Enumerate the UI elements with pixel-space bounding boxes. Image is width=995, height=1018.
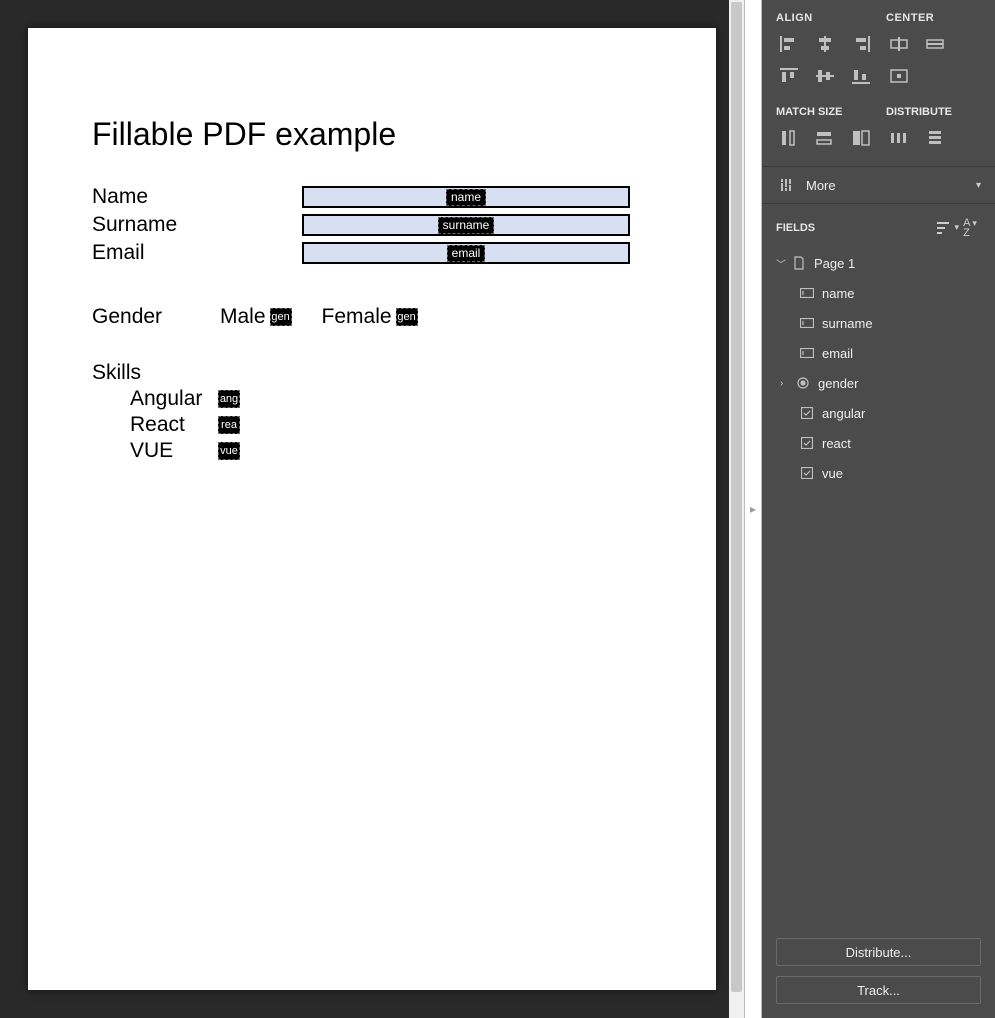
align-left-icon[interactable] bbox=[776, 32, 802, 56]
skills-label: Skills bbox=[92, 361, 652, 385]
distribute-vertical-icon[interactable] bbox=[922, 126, 948, 150]
tree-item-react[interactable]: react bbox=[768, 428, 989, 458]
align-top-icon[interactable] bbox=[776, 64, 802, 88]
form-row-name: Name name bbox=[92, 185, 652, 209]
text-field-icon bbox=[798, 288, 816, 298]
sort-az-icon[interactable]: AZ▾ bbox=[959, 218, 981, 238]
skill-react-text: React bbox=[130, 413, 218, 437]
checkbox-icon bbox=[798, 437, 816, 449]
tree-item-gender[interactable]: › gender bbox=[768, 368, 989, 398]
skill-row-angular: Angular ang bbox=[130, 387, 652, 411]
distribute-horizontal-icon[interactable] bbox=[886, 126, 912, 150]
field-surname[interactable]: surname bbox=[302, 214, 630, 236]
sort-tab-order-icon[interactable]: ▾ bbox=[937, 222, 959, 234]
track-button[interactable]: Track... bbox=[776, 976, 981, 1004]
radio-male[interactable]: gen bbox=[270, 308, 292, 326]
checkbox-react[interactable]: rea bbox=[218, 416, 240, 434]
match-size-heading: MATCH SIZE bbox=[776, 106, 886, 118]
align-middle-icon[interactable] bbox=[812, 64, 838, 88]
center-vertical-icon[interactable] bbox=[922, 32, 948, 56]
form-row-surname: Surname surname bbox=[92, 213, 652, 237]
skill-row-react: React rea bbox=[130, 413, 652, 437]
field-email[interactable]: email bbox=[302, 242, 630, 264]
field-email-tag: email bbox=[447, 245, 486, 262]
skill-vue-text: VUE bbox=[130, 439, 218, 463]
tree-item-vue[interactable]: vue bbox=[768, 458, 989, 488]
tree-item-email[interactable]: email bbox=[768, 338, 989, 368]
checkbox-icon bbox=[798, 467, 816, 479]
radio-female[interactable]: gen bbox=[396, 308, 418, 326]
label-surname: Surname bbox=[92, 213, 302, 237]
more-label: More bbox=[806, 178, 976, 193]
tree-item-angular[interactable]: angular bbox=[768, 398, 989, 428]
gender-option-female: Female gen bbox=[322, 305, 418, 329]
gender-male-text: Male bbox=[220, 305, 266, 329]
distribute-heading: DISTRIBUTE bbox=[886, 106, 952, 118]
align-center-h-icon[interactable] bbox=[812, 32, 838, 56]
skill-row-vue: VUE vue bbox=[130, 439, 652, 463]
doc-scrollbar[interactable] bbox=[729, 0, 744, 1018]
tree-item-vue-label: vue bbox=[822, 466, 843, 481]
field-name[interactable]: name bbox=[302, 186, 630, 208]
tree-item-email-label: email bbox=[822, 346, 853, 361]
tree-item-gender-label: gender bbox=[818, 376, 858, 391]
tree-item-surname-label: surname bbox=[822, 316, 873, 331]
skill-angular-text: Angular bbox=[130, 387, 218, 411]
tree-page-label: Page 1 bbox=[814, 256, 855, 271]
center-horizontal-icon[interactable] bbox=[886, 32, 912, 56]
panel-splitter[interactable]: ▸ bbox=[744, 0, 762, 1018]
splitter-handle-icon: ▸ bbox=[750, 502, 756, 516]
form-row-email: Email email bbox=[92, 241, 652, 265]
document-canvas[interactable]: Fillable PDF example Name name Surname s… bbox=[0, 0, 744, 1018]
match-width-icon[interactable] bbox=[776, 126, 802, 150]
chevron-down-icon: ﹀ bbox=[776, 256, 790, 271]
tree-item-surname[interactable]: surname bbox=[768, 308, 989, 338]
tree-item-angular-label: angular bbox=[822, 406, 865, 421]
tree-item-name[interactable]: name bbox=[768, 278, 989, 308]
center-heading: CENTER bbox=[886, 12, 934, 24]
chevron-right-icon: › bbox=[780, 378, 794, 389]
align-heading: ALIGN bbox=[776, 12, 886, 24]
align-bottom-icon[interactable] bbox=[848, 64, 874, 88]
match-height-icon[interactable] bbox=[812, 126, 838, 150]
label-name: Name bbox=[92, 185, 302, 209]
tree-item-name-label: name bbox=[822, 286, 855, 301]
tools-icon bbox=[776, 177, 796, 193]
chevron-down-icon: ▾ bbox=[976, 180, 981, 191]
checkbox-vue[interactable]: vue bbox=[218, 442, 240, 460]
match-both-icon[interactable] bbox=[848, 126, 874, 150]
label-email: Email bbox=[92, 241, 302, 265]
gender-option-male: Male gen bbox=[220, 305, 292, 329]
tree-page-row[interactable]: ﹀ Page 1 bbox=[768, 248, 989, 278]
align-right-icon[interactable] bbox=[848, 32, 874, 56]
pdf-page[interactable]: Fillable PDF example Name name Surname s… bbox=[28, 28, 716, 990]
tree-item-react-label: react bbox=[822, 436, 851, 451]
gender-label: Gender bbox=[92, 305, 220, 329]
field-surname-tag: surname bbox=[438, 217, 495, 234]
text-field-icon bbox=[798, 348, 816, 358]
gender-row: Gender Male gen Female gen bbox=[92, 305, 652, 329]
page-title: Fillable PDF example bbox=[92, 116, 652, 153]
checkbox-icon bbox=[798, 407, 816, 419]
center-both-icon[interactable] bbox=[886, 64, 912, 88]
distribute-button[interactable]: Distribute... bbox=[776, 938, 981, 966]
fields-heading: FIELDS bbox=[776, 222, 937, 234]
checkbox-angular[interactable]: ang bbox=[218, 390, 240, 408]
radio-group-icon bbox=[794, 377, 812, 389]
text-field-icon bbox=[798, 318, 816, 328]
doc-scrollbar-thumb[interactable] bbox=[731, 2, 742, 992]
more-dropdown[interactable]: More ▾ bbox=[762, 167, 995, 203]
fields-tree: ﹀ Page 1 name surname email › gender bbox=[762, 244, 995, 488]
right-panel: ALIGN CENTER bbox=[762, 0, 995, 1018]
gender-female-text: Female bbox=[322, 305, 392, 329]
field-name-tag: name bbox=[446, 189, 486, 206]
page-icon bbox=[790, 256, 808, 270]
